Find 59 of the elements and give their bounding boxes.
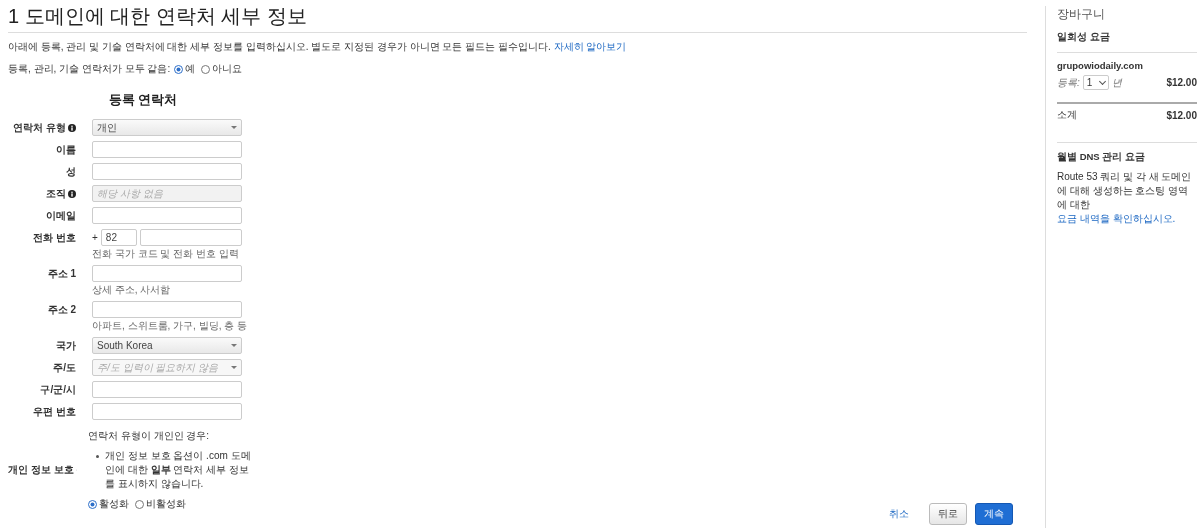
back-button[interactable]: 뒤로: [929, 503, 967, 525]
unit-label: 년: [1111, 75, 1122, 90]
select-field[interactable]: 개인: [92, 119, 242, 136]
radio-label[interactable]: 활성화: [99, 497, 129, 511]
section-title: 등록 연락처: [107, 91, 179, 109]
field-label: 구/군/시: [40, 383, 76, 397]
input-field[interactable]: [92, 207, 242, 224]
input-field[interactable]: [92, 163, 242, 180]
section-heading: 월별 DNS 관리 요금: [1057, 151, 1146, 164]
field-label: 주/도: [53, 361, 76, 375]
radio-button[interactable]: [88, 499, 97, 509]
select-field[interactable]: South Korea: [92, 337, 242, 354]
field-label: 국가: [56, 339, 76, 353]
field-label: 이메일: [46, 209, 76, 223]
radio-label[interactable]: 비활성화: [146, 497, 186, 511]
section-heading: 일회성 요금: [1057, 31, 1197, 53]
input-field[interactable]: [92, 403, 242, 420]
field-label: 연락처 유형: [13, 121, 66, 135]
continue-button[interactable]: 계속: [975, 503, 1013, 525]
field-label: 조직: [46, 187, 66, 201]
pricing-link[interactable]: 요금 내역을 확인하십시오.: [1057, 213, 1176, 224]
years-select[interactable]: 1: [1082, 75, 1109, 90]
privacy-intro: 연락처 유형이 개인인 경우:: [88, 429, 211, 443]
field-label: 우편 번호: [33, 405, 76, 419]
field-label: 주소 1: [47, 267, 76, 281]
input-field[interactable]: 82: [100, 229, 137, 246]
cancel-link[interactable]: 취소: [889, 507, 909, 521]
radio-button[interactable]: [201, 64, 211, 74]
radio-button[interactable]: [174, 64, 184, 74]
input-field[interactable]: [92, 141, 242, 158]
radio-button[interactable]: [135, 499, 144, 509]
subtotal-amount: $12.00: [1166, 109, 1197, 121]
bullet-icon: [96, 455, 99, 458]
same-contacts-label: 등록, 관리, 기술 연락처가 모두 같음:: [8, 62, 171, 76]
intro-text: 아래에 등록, 관리 및 기술 연락처에 대한 세부 정보를 입력하십시오. 별도로 지정된 경우가 아니면 모든 필드는 필수입니다. 자세히 알아보기: [8, 40, 628, 53]
field-label: 주소 2: [47, 303, 76, 317]
domain-name: grupowiodaily.com: [1057, 60, 1144, 71]
info-icon[interactable]: [68, 123, 76, 132]
subtotal-label: 소계: [1057, 108, 1077, 122]
input-field[interactable]: [92, 301, 242, 318]
radio-label[interactable]: 예: [185, 62, 196, 76]
price: $12.00: [1166, 77, 1197, 88]
privacy-note: 개인 정보 보호 옵션이 .com 도메인에 대한 일부 연락처 세부 정보를 표시하지 않습니다.: [105, 449, 252, 491]
field-hint: 전화 국가 코드 및 전화 번호 입력: [92, 248, 240, 260]
page-title: 1 도메인에 대한 연락처 세부 정보: [8, 0, 1027, 33]
period-label: 등록:: [1057, 75, 1080, 90]
radio-label[interactable]: 아니요: [212, 62, 243, 76]
field-label: 전화 번호: [33, 231, 76, 245]
field-label: 개인 정보 보호: [8, 464, 74, 476]
input-field[interactable]: [92, 265, 242, 282]
learn-more-link[interactable]: 자세히 알아보기: [553, 41, 627, 52]
cart-title: 장바구니: [1057, 6, 1106, 23]
field-label: 성: [66, 165, 76, 179]
input-field[interactable]: [92, 381, 242, 398]
monthly-fee-text: Route 53 쿼리 및 각 새 도메인에 대해 생성하는 호스팅 영역에 대한 요금 내역을 확인하십시오.: [1057, 170, 1193, 226]
input-field[interactable]: [139, 229, 242, 246]
field-label: 이름: [56, 143, 76, 157]
field-hint: 상세 주소, 사서함: [92, 284, 172, 296]
plus-sign: +: [92, 232, 98, 243]
